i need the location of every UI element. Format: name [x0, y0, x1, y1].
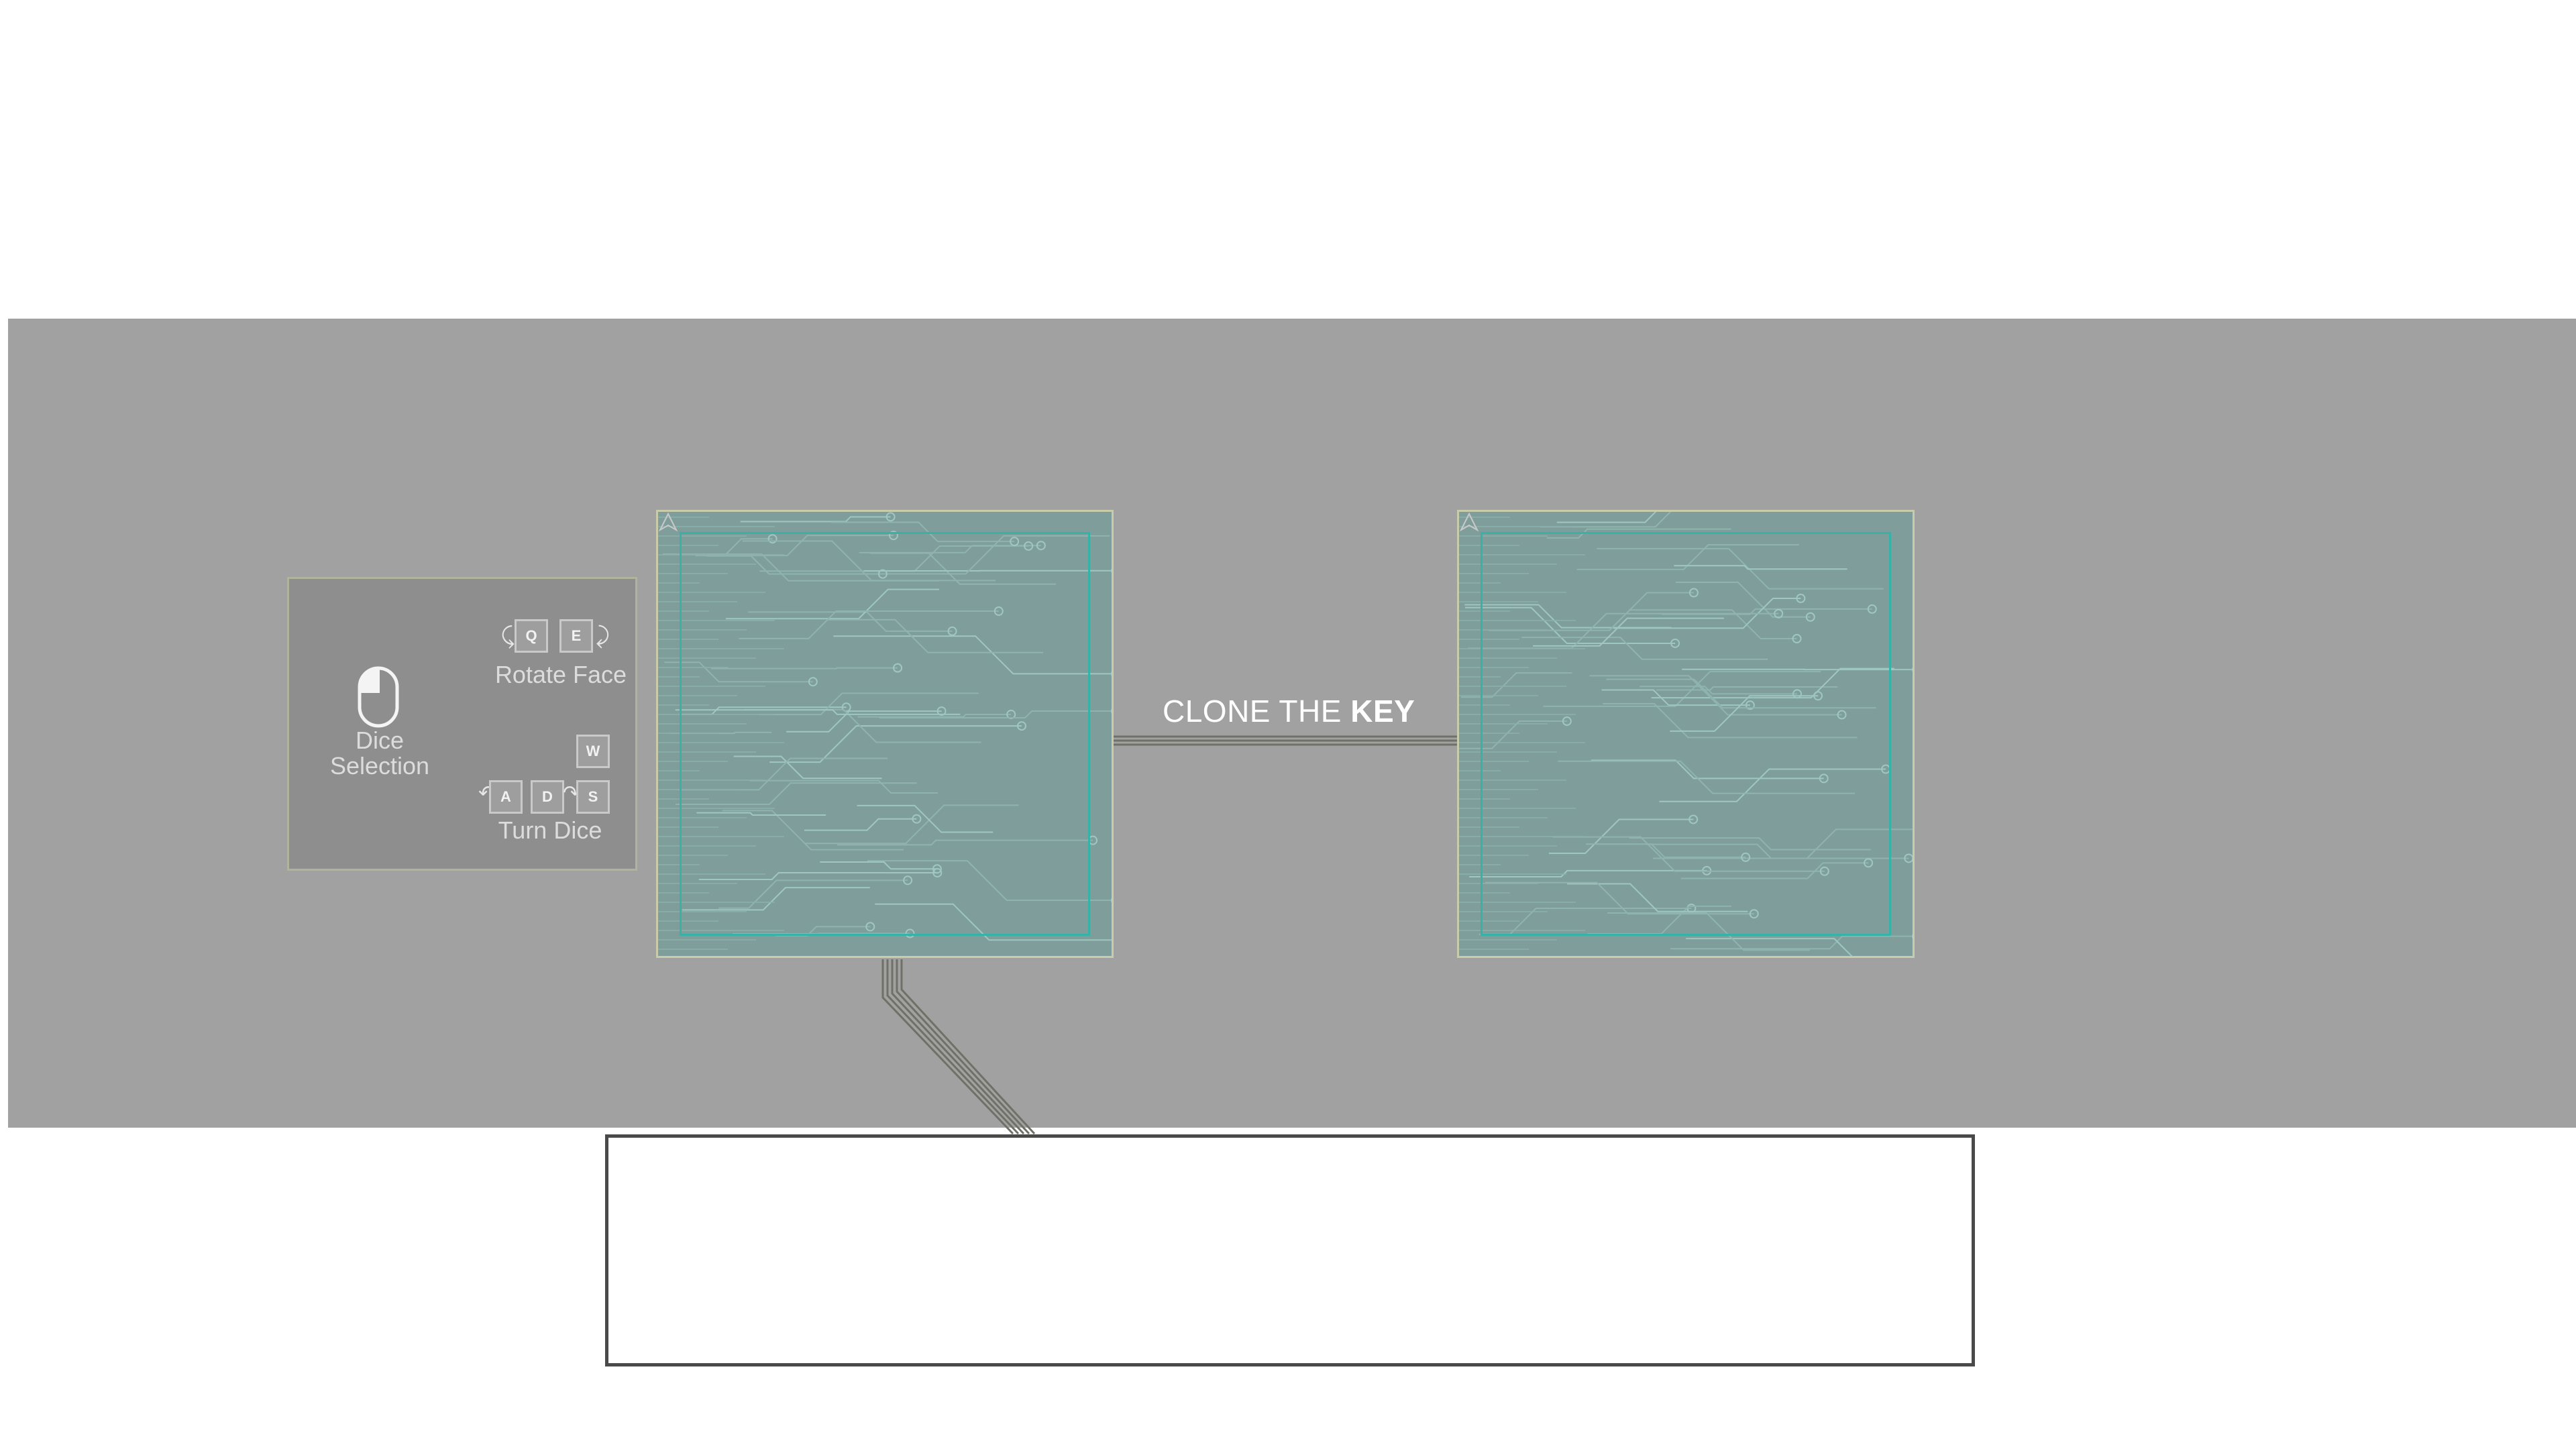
key-d[interactable]: D	[531, 780, 564, 814]
triangle-marker-icon	[658, 512, 678, 532]
circuit-node	[1912, 667, 1913, 672]
key-w[interactable]: W	[576, 735, 610, 768]
board-inner-frame	[680, 532, 1090, 936]
turn-dice-label: Turn Dice	[498, 816, 602, 844]
rotate-face-label: Rotate Face	[494, 661, 627, 688]
dice-selection-line2: Selection	[329, 752, 430, 780]
controls-panel: ⤹ Q E ⤸ Rotate Face Dice Selection W ↶ A…	[287, 577, 637, 871]
circuit-node	[1111, 568, 1112, 574]
circuit-node	[1111, 708, 1112, 714]
key-e[interactable]: E	[559, 619, 593, 653]
title-prefix: CLONE THE	[1163, 694, 1351, 729]
circuit-node	[1111, 898, 1112, 903]
key-q[interactable]: Q	[515, 619, 548, 653]
circuit-trace	[1540, 512, 1672, 528]
circuit-node	[1111, 671, 1112, 676]
rotate-left-arrow-icon: ⤹	[501, 623, 515, 649]
dice-selection-line1: Dice	[355, 727, 405, 754]
circuit-node	[1912, 934, 1913, 939]
circuit-trace	[740, 516, 891, 523]
board-inner-frame	[1481, 532, 1891, 936]
dialog-box	[605, 1134, 1975, 1366]
circuit-trace	[1556, 512, 1657, 523]
title-emphasis: KEY	[1350, 694, 1415, 729]
level-title: CLONE THE KEY	[1163, 693, 1415, 729]
dice-selection-label: Dice Selection	[316, 728, 443, 779]
rotate-right-arrow-icon: ⤸	[596, 623, 610, 649]
mouse-left-click-icon	[358, 666, 399, 728]
target-board[interactable]	[1457, 510, 1915, 958]
key-s[interactable]: S	[576, 780, 610, 814]
source-board[interactable]	[656, 510, 1114, 958]
triangle-marker-icon	[1459, 512, 1479, 532]
key-a[interactable]: A	[489, 780, 523, 814]
